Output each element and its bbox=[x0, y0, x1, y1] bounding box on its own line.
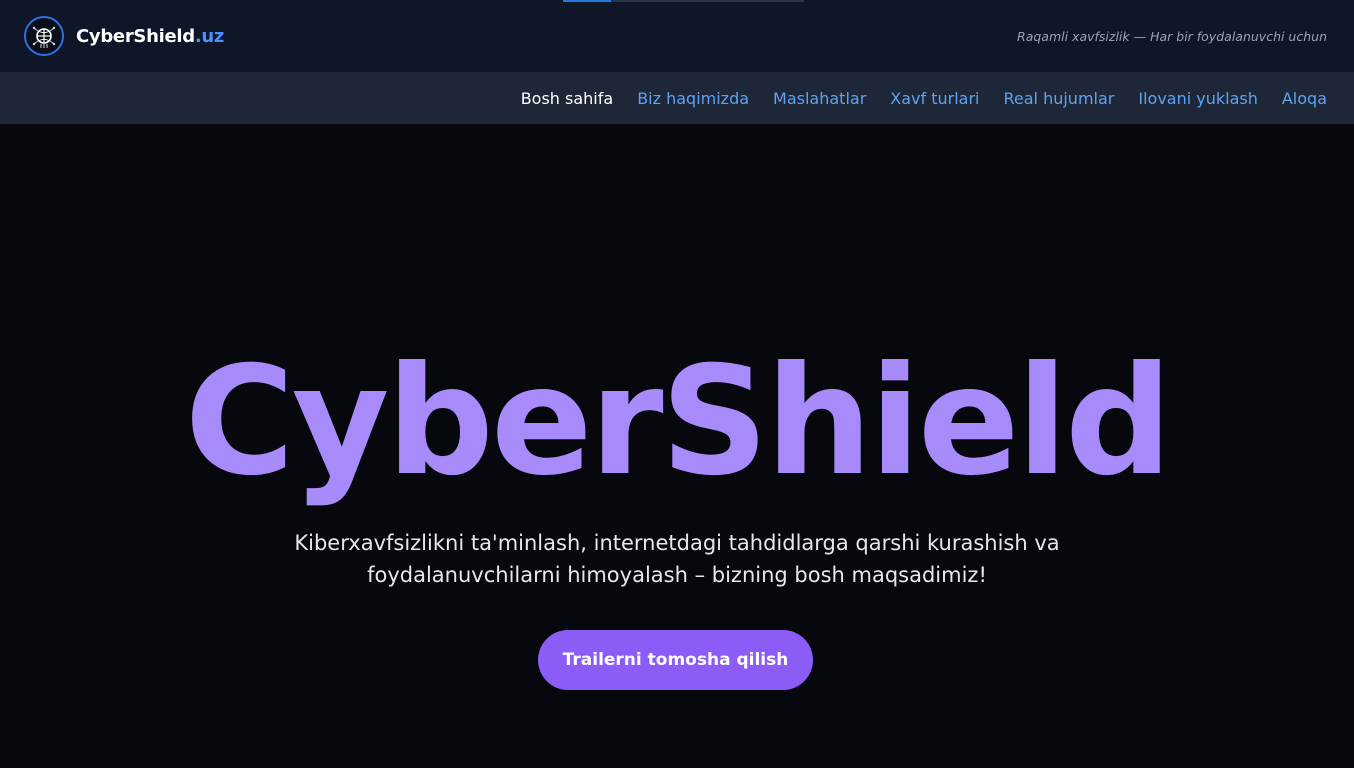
hero-section: CyberShield Kiberxavfsizlikni ta'minlash… bbox=[0, 124, 1354, 768]
nav-item-aloqa[interactable]: Aloqa bbox=[1282, 89, 1327, 108]
brand[interactable]: CyberShield.uz bbox=[24, 16, 224, 56]
nav-item-ilovani-yuklash[interactable]: Ilovani yuklash bbox=[1138, 89, 1258, 108]
scroll-progress-bar bbox=[563, 0, 804, 2]
main-nav: Bosh sahifa Biz haqimizda Maslahatlar Xa… bbox=[0, 72, 1354, 124]
nav-item-bosh-sahifa[interactable]: Bosh sahifa bbox=[521, 89, 614, 108]
nav-item-xavf-turlari[interactable]: Xavf turlari bbox=[890, 89, 979, 108]
brand-tld: .uz bbox=[194, 25, 225, 47]
top-header: CyberShield.uz Raqamli xavfsizlik — Har … bbox=[0, 0, 1354, 72]
nav-item-biz-haqimizda[interactable]: Biz haqimizda bbox=[637, 89, 749, 108]
brand-name: CyberShield.uz bbox=[76, 26, 224, 47]
brand-name-main: CyberShield bbox=[76, 25, 195, 47]
scroll-progress-fill bbox=[563, 0, 612, 2]
hero-description: Kiberxavfsizlikni ta'minlash, internetda… bbox=[294, 531, 1060, 587]
watch-trailer-button[interactable]: Trailerni tomosha qilish bbox=[538, 630, 813, 690]
shield-circuit-icon bbox=[24, 16, 64, 56]
nav-item-maslahatlar[interactable]: Maslahatlar bbox=[773, 89, 866, 108]
hero-title: CyberShield bbox=[184, 335, 1173, 509]
header-tagline: Raqamli xavfsizlik — Har bir foydalanuvc… bbox=[1017, 28, 1327, 44]
nav-item-real-hujumlar[interactable]: Real hujumlar bbox=[1004, 89, 1115, 108]
